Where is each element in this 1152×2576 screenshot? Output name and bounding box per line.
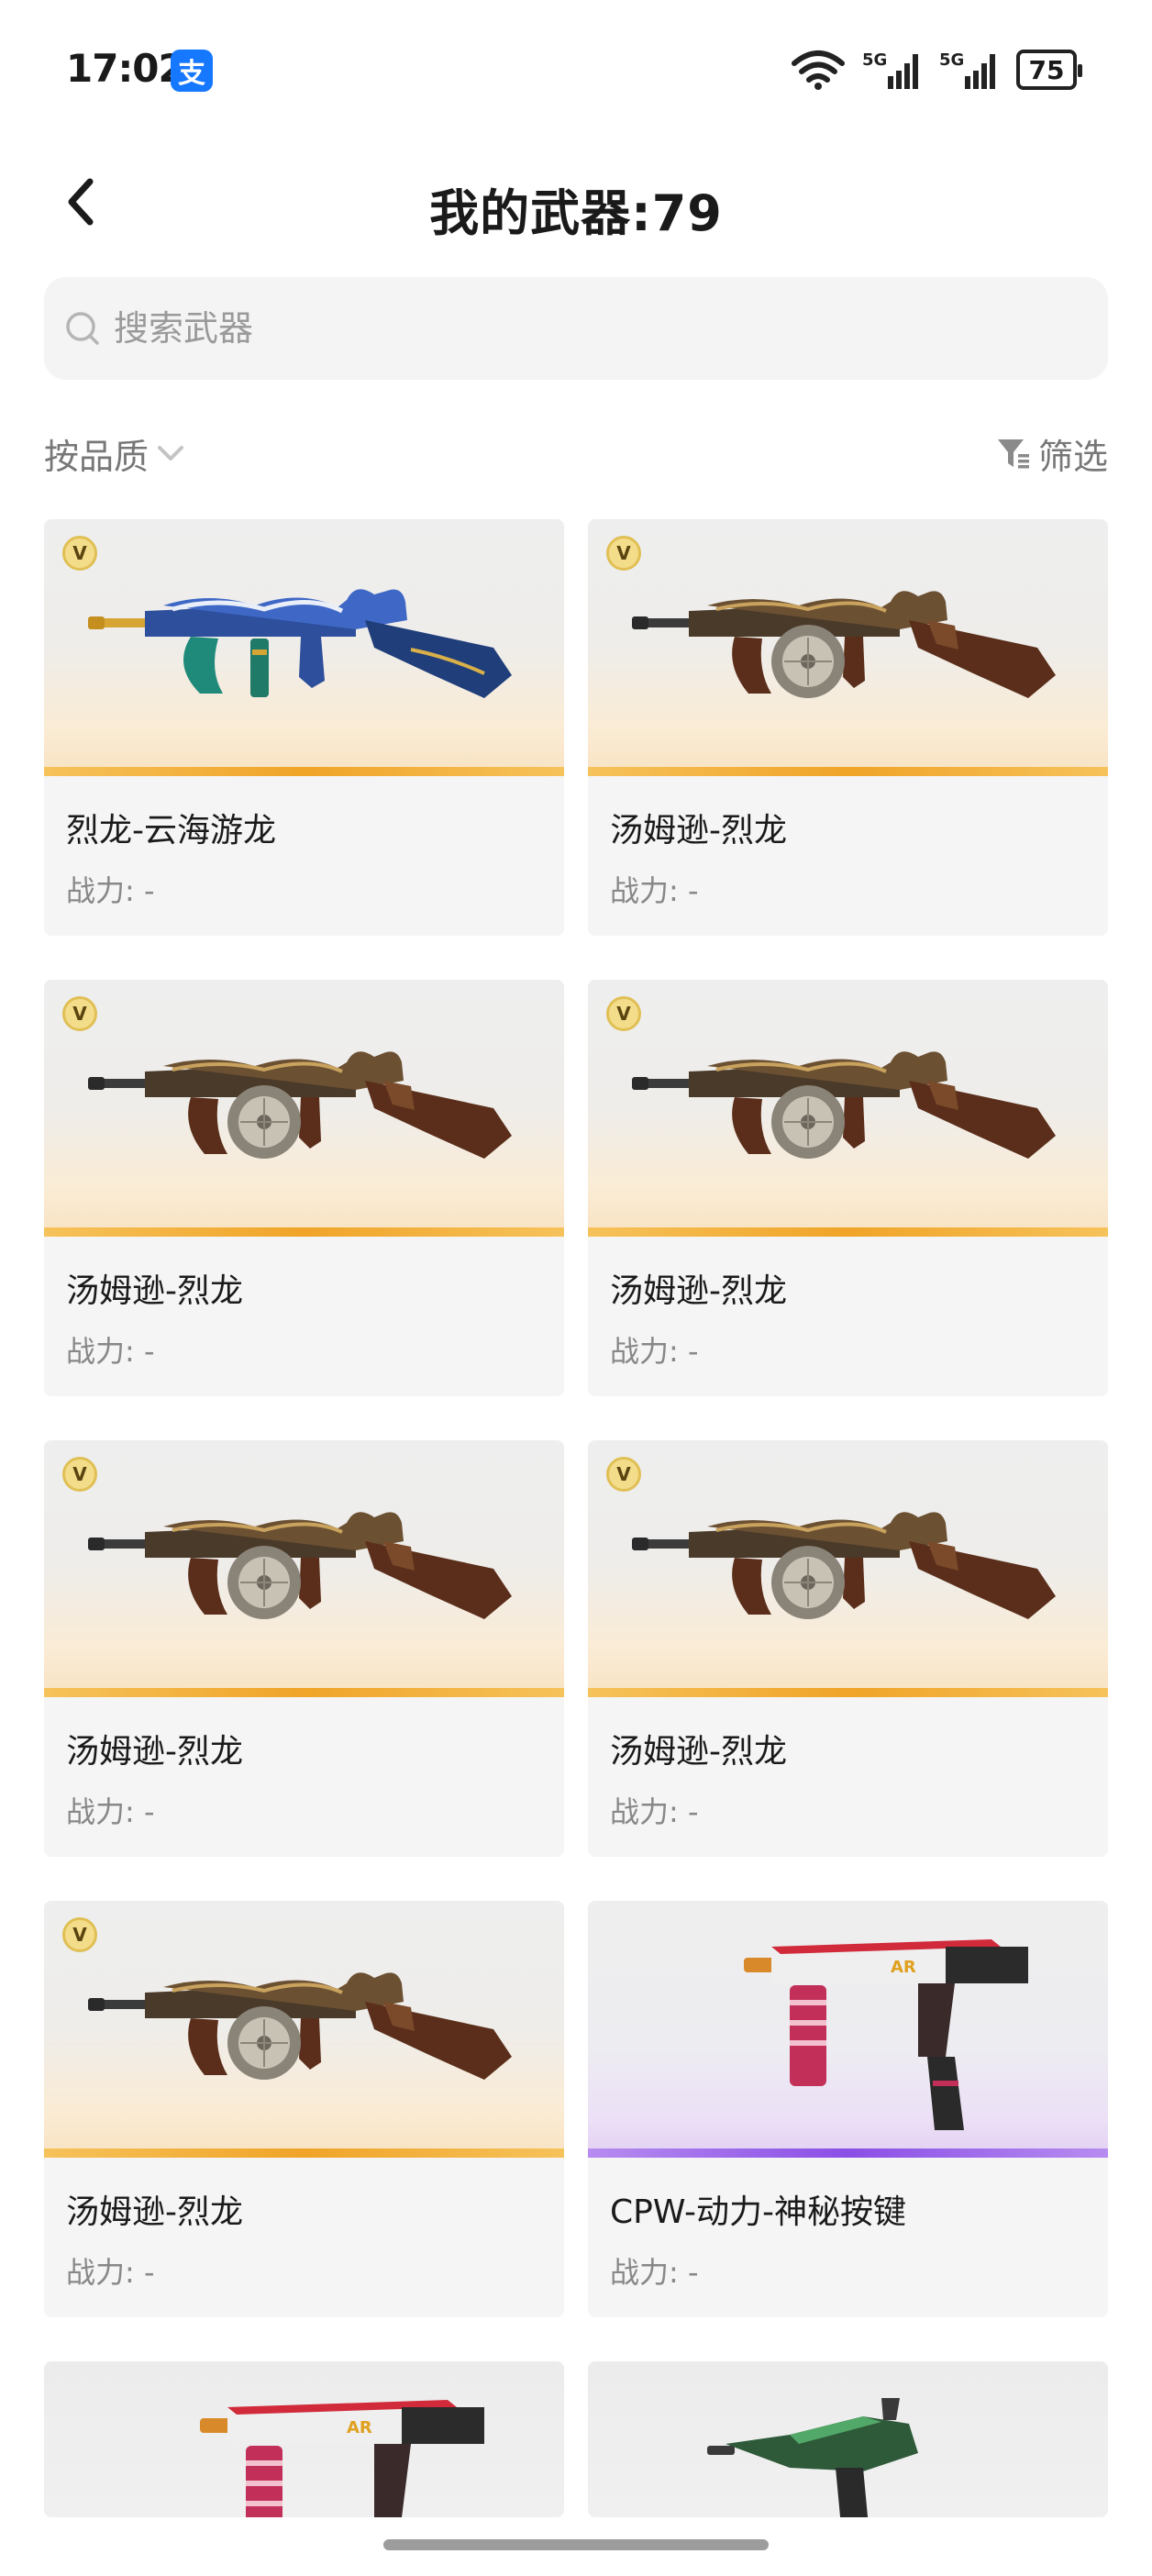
sort-by-quality-dropdown[interactable]: 按品质 <box>44 424 185 483</box>
status-bar: 17:02 支 5G 5G 75 <box>0 0 1152 138</box>
status-icons: 5G 5G 75 <box>791 44 1082 95</box>
weapon-art-dragon-smg <box>625 1026 1083 1213</box>
svg-text:AR: AR <box>347 2418 372 2437</box>
weapon-card[interactable]: AR CPW-动力-神秘按键 战力: - <box>588 1901 1108 2317</box>
wifi-icon <box>791 49 846 91</box>
rarity-bar <box>588 2149 1108 2158</box>
weapon-name: 汤姆逊-烈龙 <box>610 1272 787 1310</box>
filter-icon <box>997 439 1029 469</box>
weapon-art-cpw-smg: AR <box>99 2380 558 2517</box>
alipay-icon: 支 <box>171 50 213 92</box>
search-input[interactable] <box>114 308 1031 349</box>
weapon-card[interactable]: V 汤姆逊-烈龙 战力: - <box>44 980 564 1396</box>
weapon-art-dragon-smg <box>81 1026 539 1213</box>
weapon-power: 战力: - <box>66 1794 155 1829</box>
weapon-power: 战力: - <box>66 873 155 908</box>
nav-header: 我的武器:79 <box>0 147 1152 257</box>
weapon-art-dragon-smg <box>81 1947 539 2134</box>
weapon-card[interactable]: V 汤姆逊-烈龙 战力: - <box>588 1440 1108 1857</box>
weapon-card[interactable]: V 汤姆逊-烈龙 战力: - <box>44 1901 564 2317</box>
weapon-power: 战力: - <box>66 1334 155 1369</box>
signal-5g-icon: 5G <box>862 49 923 91</box>
search-box[interactable] <box>44 277 1108 380</box>
signal-1-label: 5G <box>862 50 887 70</box>
page-title: 我的武器:79 <box>429 184 723 242</box>
weapon-image: AR <box>44 2361 564 2517</box>
vip-badge-icon: V <box>62 536 97 571</box>
weapon-name: 汤姆逊-烈龙 <box>66 1272 243 1310</box>
chevron-down-icon <box>158 446 184 461</box>
weapon-art-dragon-smg <box>81 1486 539 1673</box>
weapon-name: 汤姆逊-烈龙 <box>66 1733 243 1771</box>
weapons-page: 17:02 支 5G 5G 75 我的武器:79 搜索武器 按品质 筛选 V 烈… <box>0 0 1152 2576</box>
weapon-image <box>588 2361 1108 2517</box>
weapon-card[interactable] <box>588 2361 1108 2517</box>
weapon-image: V <box>44 519 564 776</box>
weapon-art-cpw-smg: AR <box>643 1919 1102 2143</box>
vip-badge-icon: V <box>606 1457 641 1492</box>
weapon-image: V <box>588 519 1108 776</box>
weapon-card[interactable]: V 烈龙-云海游龙 战力: - <box>44 519 564 936</box>
weapon-name: 汤姆逊-烈龙 <box>610 1733 787 1771</box>
rarity-bar <box>588 1688 1108 1697</box>
weapon-power: 战力: - <box>610 873 699 908</box>
svg-text:AR: AR <box>891 1958 916 1977</box>
rarity-bar <box>588 767 1108 776</box>
rarity-bar <box>44 2149 564 2158</box>
weapon-power: 战力: - <box>66 2255 155 2290</box>
weapon-art-dragon-smg <box>625 565 1083 752</box>
weapon-image: V <box>44 980 564 1237</box>
weapon-card[interactable]: V 汤姆逊-烈龙 战力: - <box>44 1440 564 1857</box>
signal-2-label: 5G <box>939 50 964 70</box>
sort-label: 按品质 <box>44 436 150 477</box>
rarity-bar <box>44 767 564 776</box>
weapon-art-blue-dragon-smg <box>81 565 539 752</box>
search-icon <box>66 312 99 345</box>
filter-label: 筛选 <box>1037 436 1108 477</box>
weapon-power: 战力: - <box>610 1794 699 1829</box>
weapon-image: V <box>588 1440 1108 1697</box>
weapon-art-green-smg <box>606 2380 1065 2517</box>
rarity-bar <box>588 1227 1108 1237</box>
weapon-power: 战力: - <box>610 1334 699 1369</box>
weapon-art-dragon-smg <box>625 1486 1083 1673</box>
vip-badge-icon: V <box>606 996 641 1031</box>
status-time: 17:02 <box>66 46 185 91</box>
weapon-name: CPW-动力-神秘按键 <box>610 2193 906 2231</box>
weapon-card[interactable]: V 汤姆逊-烈龙 战力: - <box>588 980 1108 1396</box>
vip-badge-icon: V <box>62 1917 97 1952</box>
weapon-image: V <box>44 1440 564 1697</box>
vip-badge-icon: V <box>62 1457 97 1492</box>
signal-5g-icon-2: 5G <box>939 49 1000 91</box>
weapon-grid: V 烈龙-云海游龙 战力: - V 汤姆逊-烈龙 战力: - V 汤姆逊-烈龙 战力: - <box>44 519 1108 2517</box>
vip-badge-icon: V <box>62 996 97 1031</box>
weapon-image: V <box>588 980 1108 1237</box>
weapon-card[interactable]: AR <box>44 2361 564 2517</box>
weapon-power: 战力: - <box>610 2255 699 2290</box>
weapon-name: 汤姆逊-烈龙 <box>610 812 787 849</box>
vip-badge-icon: V <box>606 536 641 571</box>
rarity-bar <box>44 1688 564 1697</box>
home-indicator[interactable] <box>383 2539 769 2550</box>
filter-button[interactable]: 筛选 <box>996 424 1108 483</box>
weapon-name: 烈龙-云海游龙 <box>66 812 276 849</box>
weapon-image: V <box>44 1901 564 2158</box>
battery-icon: 75 <box>1016 50 1082 90</box>
weapon-card[interactable]: V 汤姆逊-烈龙 战力: - <box>588 519 1108 936</box>
weapon-name: 汤姆逊-烈龙 <box>66 2193 243 2231</box>
weapon-image: AR <box>588 1901 1108 2158</box>
rarity-bar <box>44 1227 564 1237</box>
